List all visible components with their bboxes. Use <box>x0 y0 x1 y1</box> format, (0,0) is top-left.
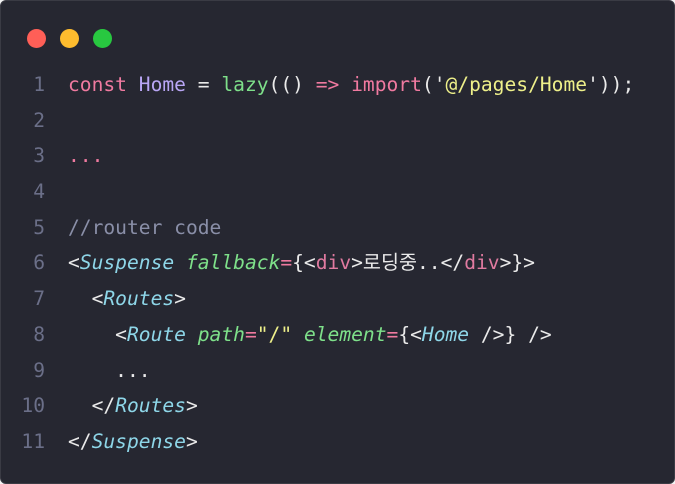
line-number: 4 <box>33 180 45 204</box>
code-token: {< <box>292 251 316 275</box>
code-token: </ <box>68 429 92 453</box>
line-number: 9 <box>33 358 45 382</box>
code-line: 2 <box>1 103 634 139</box>
code-token: = <box>386 322 399 346</box>
code-token: = <box>185 73 222 96</box>
code-token: Home <box>138 73 186 96</box>
line-number: 5 <box>33 215 45 239</box>
code-token: = <box>280 251 293 275</box>
line-number: 11 <box>21 429 45 453</box>
code-line: 1 const Home = lazy(() => import (' @/pages… <box>1 67 634 103</box>
code-token: < <box>68 287 104 311</box>
code-token: {< <box>398 322 422 346</box>
code-token: = <box>244 322 257 346</box>
code-window: 1 const Home = lazy(() => import (' @/pages… <box>0 0 675 484</box>
code-token: Suspense <box>79 251 175 275</box>
code-line: 7 < Routes > <box>1 281 634 317</box>
code-token: //router code <box>68 215 222 239</box>
minimize-button[interactable] <box>60 29 79 48</box>
code-line: 10 </Routes > <box>1 388 634 424</box>
code-line: 3... <box>1 138 634 174</box>
code-token: element <box>303 322 387 346</box>
line-number: 1 <box>33 73 45 96</box>
code-token: < <box>68 251 80 275</box>
code-token: @/pages/Home <box>445 73 588 96</box>
code-token: 로딩중.. <box>362 251 441 275</box>
code-token: </ <box>440 251 465 275</box>
code-token: >}> <box>499 251 535 275</box>
code-token: Suspense <box>91 429 186 453</box>
code-token: > <box>185 394 198 418</box>
code-token: (() <box>268 73 316 96</box>
window-controls <box>27 29 112 48</box>
maximize-button[interactable] <box>93 29 112 48</box>
close-button[interactable] <box>27 29 46 48</box>
line-number: 8 <box>33 322 45 346</box>
code-token: > <box>174 287 186 311</box>
code-block: 1 const Home = lazy(() => import (' @/pages… <box>1 67 634 460</box>
code-token: import <box>351 73 422 96</box>
line-number: 10 <box>21 394 45 418</box>
code-line: 9 ... <box>1 353 634 389</box>
code-token: Home <box>421 322 470 346</box>
code-token: path <box>197 322 245 346</box>
code-token: ... <box>68 358 151 382</box>
code-token: > <box>351 251 363 275</box>
code-line: 5 //router code <box>1 210 634 246</box>
code-token: div <box>464 251 500 275</box>
code-token: < <box>68 322 127 346</box>
code-token: ... <box>68 144 104 168</box>
line-number: 6 <box>33 251 45 275</box>
code-token: fallback <box>185 251 281 275</box>
line-number: 7 <box>33 287 45 311</box>
line-number: 3 <box>33 144 45 168</box>
line-number: 2 <box>33 108 45 132</box>
code-token: </ <box>68 394 116 418</box>
code-token: const <box>68 73 139 96</box>
code-line: 8 < Route path = "/" element = {< Home />} /> <box>1 317 634 353</box>
code-token: Routes <box>103 287 175 311</box>
code-token: (' <box>421 73 446 96</box>
code-line: 11 </Suspense > <box>1 424 634 460</box>
code-line: 6 < Suspense fallback = {< div > 로딩중.. </div >}> <box>1 245 634 281</box>
code-token: />} /> <box>469 322 552 346</box>
code-line: 4 <box>1 174 634 210</box>
code-token: lazy <box>221 73 269 96</box>
code-token: Routes <box>115 394 186 418</box>
code-token: div <box>315 251 352 275</box>
code-token: => <box>315 73 340 96</box>
code-token: > <box>185 429 198 453</box>
code-token: Route <box>126 322 186 346</box>
code-token: "/" <box>256 322 293 346</box>
code-token: ')); <box>587 73 635 96</box>
